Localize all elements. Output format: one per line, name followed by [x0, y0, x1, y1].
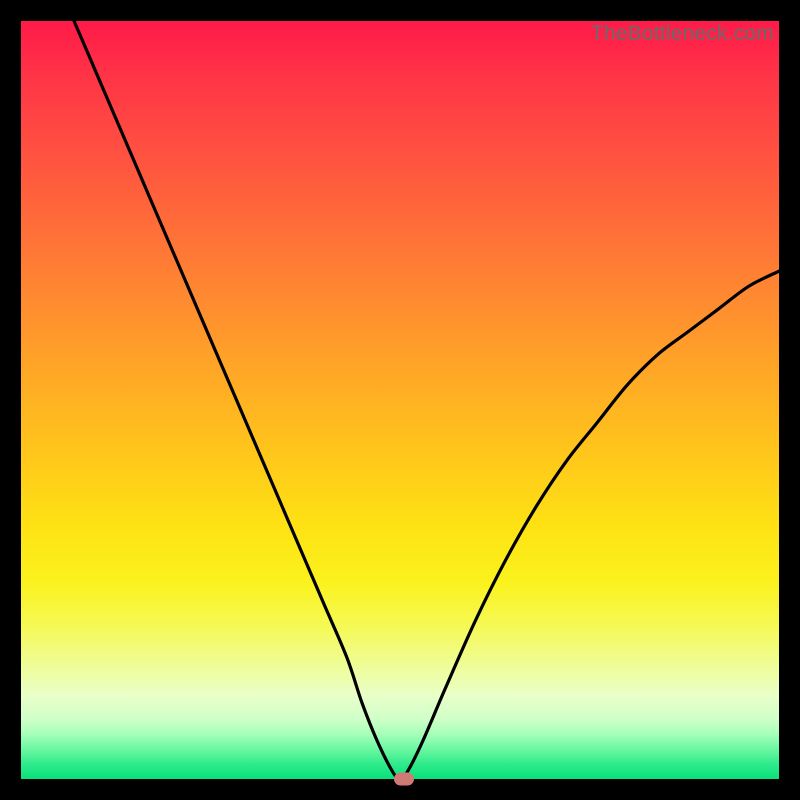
chart-frame: TheBottleneck.com	[0, 0, 800, 800]
watermark-text: TheBottleneck.com	[591, 22, 774, 46]
bottleneck-curve	[21, 21, 779, 779]
minimum-marker	[394, 773, 414, 786]
